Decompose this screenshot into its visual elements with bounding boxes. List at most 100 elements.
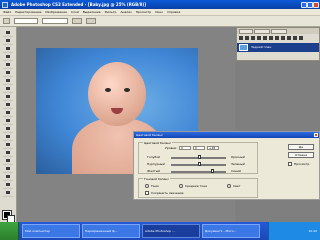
marquee-tool[interactable] <box>3 37 13 45</box>
menu-item[interactable]: Просмотр <box>136 10 151 14</box>
taskbar-item[interactable]: Мой компьютер <box>22 224 80 238</box>
pen-icon <box>6 134 10 138</box>
dialog-close-icon[interactable] <box>314 133 318 137</box>
shape-tool[interactable] <box>3 157 13 165</box>
type-tool[interactable] <box>3 141 13 149</box>
baby-eye-right <box>124 88 130 92</box>
preview-label: Просмотр <box>294 162 310 166</box>
layers-panel-tabs <box>237 28 319 34</box>
tone-highlights-radio[interactable] <box>227 184 231 188</box>
eraser-tool[interactable] <box>3 109 13 117</box>
trash-icon[interactable] <box>299 36 303 40</box>
yellow-blue-slider-track[interactable] <box>171 171 226 173</box>
layer-row-selected[interactable]: Задний план <box>237 43 319 52</box>
lock-icon[interactable] <box>251 36 255 40</box>
ok-button[interactable]: Да <box>288 144 314 150</box>
move-tool[interactable] <box>3 29 13 37</box>
fx-icon[interactable] <box>275 36 279 40</box>
color-balance-group: Цветовой баланс Уровни: 0 0 +16 Голубой … <box>138 141 258 174</box>
healing-tool[interactable] <box>3 77 13 85</box>
layer-name: Задний план <box>251 45 272 49</box>
tool-option-button-2[interactable] <box>86 18 96 24</box>
tab-paths[interactable] <box>271 29 287 34</box>
notes-tool[interactable] <box>3 165 13 173</box>
menu-bar: Файл Редактирование Изображение Слой Выд… <box>0 9 320 16</box>
current-tool-icon[interactable] <box>3 18 10 24</box>
tone-balance-group: Тоновой баланс Тени Средние тона Свет Со… <box>138 177 258 198</box>
path-selection-icon <box>6 150 10 154</box>
level-magenta-green-value: 0 <box>195 146 197 150</box>
crop-tool[interactable] <box>3 61 13 69</box>
taskbar-item[interactable]: Неразрешенный ф... <box>82 224 140 238</box>
app-titlebar: Adobe Photoshop CS3 Extended - [Baby.jpg… <box>0 0 320 9</box>
new-layer-icon[interactable] <box>293 36 297 40</box>
tool-option-field-2[interactable] <box>42 18 68 24</box>
menu-item[interactable]: Фильтр <box>105 10 117 14</box>
menu-item[interactable]: Изображение <box>45 10 67 14</box>
tool-option-field[interactable] <box>14 18 38 24</box>
menu-item[interactable]: Файл <box>3 10 11 14</box>
windows-taskbar: Мой компьютер Неразрешенный ф... Adobe P… <box>0 222 320 240</box>
preview-checkbox[interactable] <box>288 162 292 166</box>
zoom-tool[interactable] <box>3 189 13 197</box>
start-button[interactable] <box>0 222 19 240</box>
opacity-icon[interactable] <box>245 36 249 40</box>
slice-icon <box>6 70 10 74</box>
brush-tool[interactable] <box>3 85 13 93</box>
path-selection-tool[interactable] <box>3 149 13 157</box>
dialog-title: Цветовой баланс <box>134 132 319 138</box>
tab-layers[interactable] <box>239 29 253 34</box>
cyan-red-slider-thumb[interactable] <box>198 155 201 159</box>
folder-icon[interactable] <box>287 36 291 40</box>
shape-icon <box>6 158 10 162</box>
tools-panel <box>0 27 17 223</box>
taskbar-item-active[interactable]: Adobe Photoshop ... <box>142 224 200 238</box>
yellow-blue-slider-thumb[interactable] <box>211 169 214 173</box>
history-brush-tool[interactable] <box>3 101 13 109</box>
yellow-label: Желтый <box>147 169 161 173</box>
magic-wand-tool[interactable] <box>3 53 13 61</box>
menu-item[interactable]: Справка <box>167 10 180 14</box>
close-button[interactable] <box>313 1 319 8</box>
menu-item[interactable]: Анализ <box>120 10 131 14</box>
baby-head <box>88 62 146 126</box>
zoom-icon <box>6 190 10 194</box>
options-bar <box>0 16 320 27</box>
magenta-green-slider-thumb[interactable] <box>198 162 201 166</box>
tab-channels[interactable] <box>254 29 270 34</box>
history-brush-icon <box>6 102 10 106</box>
eyedropper-tool[interactable] <box>3 173 13 181</box>
healing-icon <box>6 78 10 82</box>
tone-highlights-label: Свет <box>233 184 241 188</box>
lasso-tool[interactable] <box>3 45 13 53</box>
tone-shadows-radio[interactable] <box>145 184 149 188</box>
taskbar-item[interactable]: Документ1 - Micro... <box>202 224 260 238</box>
slice-tool[interactable] <box>3 69 13 77</box>
eyedropper-icon <box>6 174 10 178</box>
notes-icon <box>6 166 10 170</box>
gradient-tool[interactable] <box>3 117 13 125</box>
hand-tool[interactable] <box>3 181 13 189</box>
pen-tool[interactable] <box>3 133 13 141</box>
link-icon[interactable] <box>269 36 273 40</box>
gradient-icon <box>6 118 10 122</box>
dodge-icon <box>6 126 10 130</box>
blend-mode-icon[interactable] <box>239 36 243 40</box>
cancel-button[interactable]: Отмена <box>288 152 314 158</box>
fill-icon[interactable] <box>257 36 261 40</box>
menu-item[interactable]: Слой <box>71 10 79 14</box>
tone-midtones-radio[interactable] <box>179 184 183 188</box>
menu-item[interactable]: Выделение <box>83 10 101 14</box>
dodge-tool[interactable] <box>3 125 13 133</box>
crop-icon <box>6 62 10 66</box>
menu-item[interactable]: Окно <box>155 10 163 14</box>
move-icon <box>6 30 10 34</box>
eye-icon[interactable] <box>263 36 267 40</box>
eraser-icon <box>6 110 10 114</box>
stamp-tool[interactable] <box>3 93 13 101</box>
preserve-luminosity-checkbox[interactable] <box>145 191 149 195</box>
tool-option-button[interactable] <box>72 18 82 24</box>
layers-panel: Задний план <box>236 27 320 61</box>
mask-icon[interactable] <box>281 36 285 40</box>
menu-item[interactable]: Редактирование <box>15 10 41 14</box>
